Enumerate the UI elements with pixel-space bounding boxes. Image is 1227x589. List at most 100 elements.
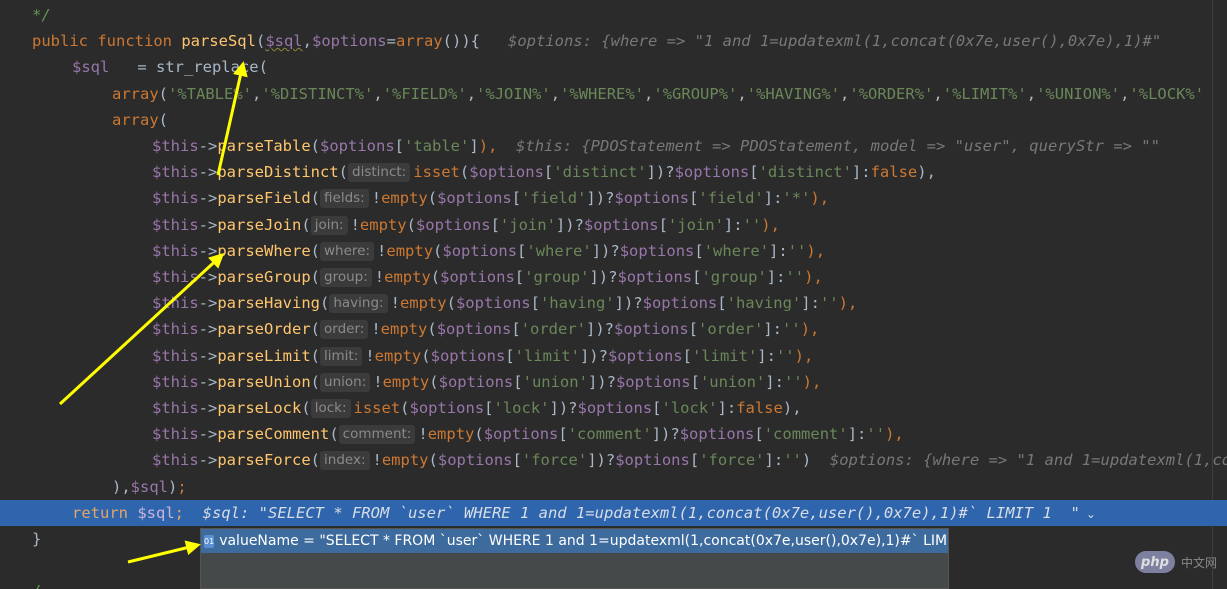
code-token: ])? <box>586 189 615 208</box>
code-text: return $sql; $sql: "SELECT * FROM `user`… <box>72 500 1096 526</box>
function-name: parseGroup <box>217 268 311 286</box>
code-text: / <box>32 578 41 589</box>
code-line[interactable]: $this->parseLock(lock: isset($options['lo… <box>0 395 1227 421</box>
code-line[interactable]: $this->parseField(fields: !empty($options… <box>0 185 1227 211</box>
code-token: ]: <box>765 372 784 391</box>
keyword-token: public function <box>32 32 182 51</box>
code-token: ( <box>433 241 443 260</box>
popup-value-row[interactable]: 01 valueName = "SELECT * FROM `user` WHE… <box>201 529 948 553</box>
debug-value-popup[interactable]: 01 valueName = "SELECT * FROM `user` WHE… <box>200 528 949 589</box>
variable-token: $sql <box>137 503 175 522</box>
code-line[interactable]: array('%TABLE%','%DISTINCT%','%FIELD%','… <box>0 81 1227 107</box>
code-line[interactable]: public function parseSql($sql,$options=a… <box>0 28 1227 54</box>
code-token: , <box>933 84 943 103</box>
code-token: ])? <box>587 372 616 391</box>
code-text: array( <box>112 107 168 133</box>
keyword-token: ), <box>806 241 826 260</box>
code-line[interactable]: $this->parseWhere(where: !empty($options[… <box>0 238 1227 264</box>
code-token: ! <box>374 268 385 286</box>
function-name: parseOrder <box>217 320 311 339</box>
code-token: -> <box>198 137 218 155</box>
string-literal: 'distinct' <box>553 163 647 182</box>
variable-token: $options <box>415 215 491 234</box>
code-token: ( <box>329 425 339 444</box>
code-token: ])? <box>579 346 608 365</box>
code-text: $this->parseLimit(limit: !empty($options[… <box>152 343 813 369</box>
code-line[interactable]: */ <box>0 2 1227 28</box>
parameter-hint: union: <box>320 372 371 392</box>
variable-token: $options <box>320 137 395 155</box>
string-literal: 'field' <box>521 189 587 208</box>
string-literal: '%WHERE%' <box>560 84 645 103</box>
code-line[interactable]: ),$sql); <box>0 474 1227 500</box>
php-logo: php <box>1134 551 1175 573</box>
inline-value-hint: $options: {where => "1 and 1=updatexml(1… <box>829 451 1227 470</box>
code-line[interactable]: $this->parseJoin(join: !empty($options['j… <box>0 212 1227 238</box>
code-text: public function parseSql($sql,$options=a… <box>32 28 1161 54</box>
code-token: [ <box>484 399 494 417</box>
code-token: ]: <box>764 451 784 470</box>
keyword-token: ), <box>794 346 814 365</box>
code-token: , <box>302 32 312 51</box>
code-token: -> <box>198 294 218 313</box>
code-text: $this->parseOrder(order: !empty($options[… <box>152 316 819 342</box>
code-token: ]: <box>717 399 737 417</box>
keyword-token: array <box>395 32 443 51</box>
code-line[interactable]: $sql = str_replace( <box>0 54 1227 80</box>
code-token: -> <box>198 451 218 470</box>
string-literal: '' <box>775 346 795 365</box>
code-line[interactable]: $this->parseTable($options['table']), $t… <box>0 133 1227 159</box>
function-name: parseLimit <box>217 346 311 365</box>
code-token: ()){ <box>442 32 508 51</box>
code-token: ) <box>801 451 830 470</box>
string-literal: '%UNION%' <box>1036 84 1121 103</box>
code-token: [ <box>514 268 525 286</box>
expand-chevron-icon[interactable]: ⌄ <box>1086 507 1096 521</box>
keyword-token: isset <box>353 399 401 417</box>
code-token: ! <box>365 346 375 365</box>
variable-token: $sql <box>72 58 110 77</box>
keyword-token: return <box>72 503 138 522</box>
variable-token: $this <box>152 163 199 182</box>
variable-token: $this <box>152 137 199 155</box>
function-name: parseForce <box>217 451 311 470</box>
code-line[interactable]: $this->parseComment(comment: !empty($opti… <box>0 421 1227 447</box>
variable-token: $this <box>152 241 199 260</box>
keyword-token: isset <box>413 163 460 182</box>
code-line[interactable]: $this->parseHaving(having: !empty($option… <box>0 290 1227 316</box>
code-line[interactable]: $this->parseForce(index: !empty($options[… <box>0 447 1227 473</box>
inline-value-hint: $sql: "SELECT * FROM `user` WHERE 1 and … <box>202 503 1080 522</box>
code-line[interactable]: array( <box>0 107 1227 133</box>
variable-token: $options <box>674 163 750 182</box>
string-literal: 'limit' <box>514 346 580 365</box>
code-token: ]: <box>757 346 776 365</box>
code-token: , <box>373 84 383 103</box>
code-token: ])? <box>591 241 620 260</box>
string-literal: '' <box>782 320 801 339</box>
code-line[interactable]: $this->parseDistinct(distinct: isset($opt… <box>0 159 1227 185</box>
parameter-hint: lock: <box>310 399 351 418</box>
code-token: ( <box>310 346 321 365</box>
keyword-token: false <box>736 399 783 417</box>
code-text: $this->parseUnion(union: !empty($options[… <box>152 369 821 395</box>
code-token: ( <box>310 241 321 260</box>
code-line[interactable]: $this->parseGroup(group: !empty($options[… <box>0 264 1227 290</box>
string-literal: '%GROUP%' <box>653 84 738 103</box>
string-literal: '%HAVING%' <box>746 84 841 103</box>
code-line[interactable]: $this->parseOrder(order: !empty($options[… <box>0 316 1227 342</box>
current-line[interactable]: return $sql; $sql: "SELECT * FROM `user`… <box>0 499 1227 526</box>
parameter-hint: limit: <box>320 346 363 366</box>
code-token: ]: <box>723 215 743 234</box>
code-token: ])? <box>651 425 680 444</box>
code-token: -> <box>198 268 218 286</box>
code-line[interactable]: $this->parseLimit(limit: !empty($options[… <box>0 343 1227 369</box>
code-line[interactable]: $this->parseUnion(union: !empty($options[… <box>0 369 1227 395</box>
code-token: ! <box>373 372 383 391</box>
code-editor[interactable]: */public function parseSql($sql,$options… <box>0 0 1227 589</box>
variable-token: $this <box>152 425 199 444</box>
code-token: ! <box>418 425 428 444</box>
keyword-token: ; <box>174 503 184 522</box>
function-name: parseJoin <box>217 215 302 234</box>
string-literal: 'having' <box>539 294 615 313</box>
code-token: ( <box>428 451 438 470</box>
